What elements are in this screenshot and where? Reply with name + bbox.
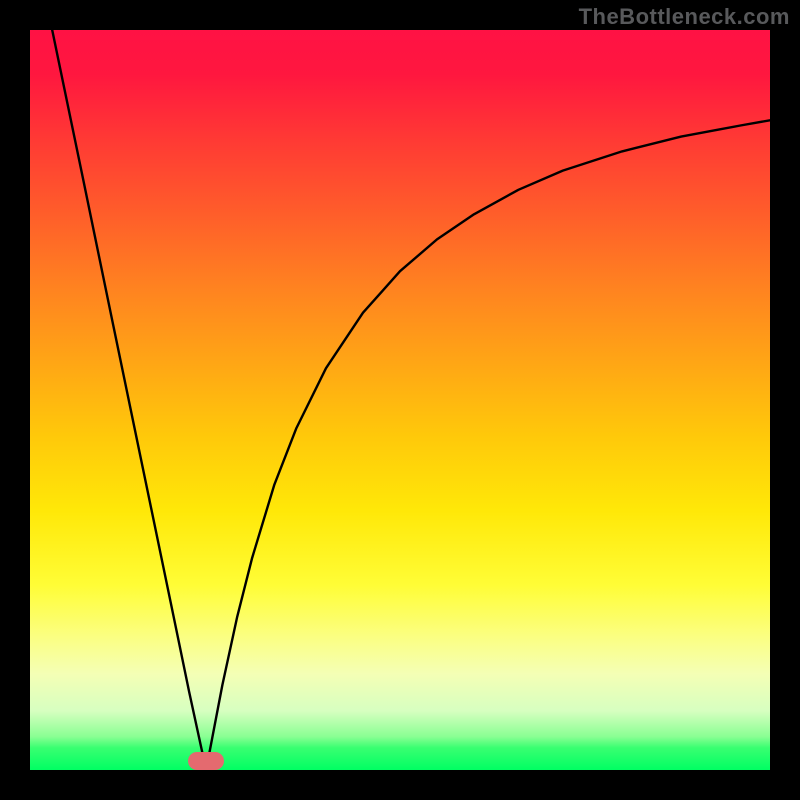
- curve-path: [52, 30, 770, 770]
- optimum-marker: [188, 752, 224, 770]
- watermark-text: TheBottleneck.com: [579, 4, 790, 30]
- curve-layer: [30, 30, 770, 770]
- chart-frame: TheBottleneck.com: [0, 0, 800, 800]
- plot-area: [30, 30, 770, 770]
